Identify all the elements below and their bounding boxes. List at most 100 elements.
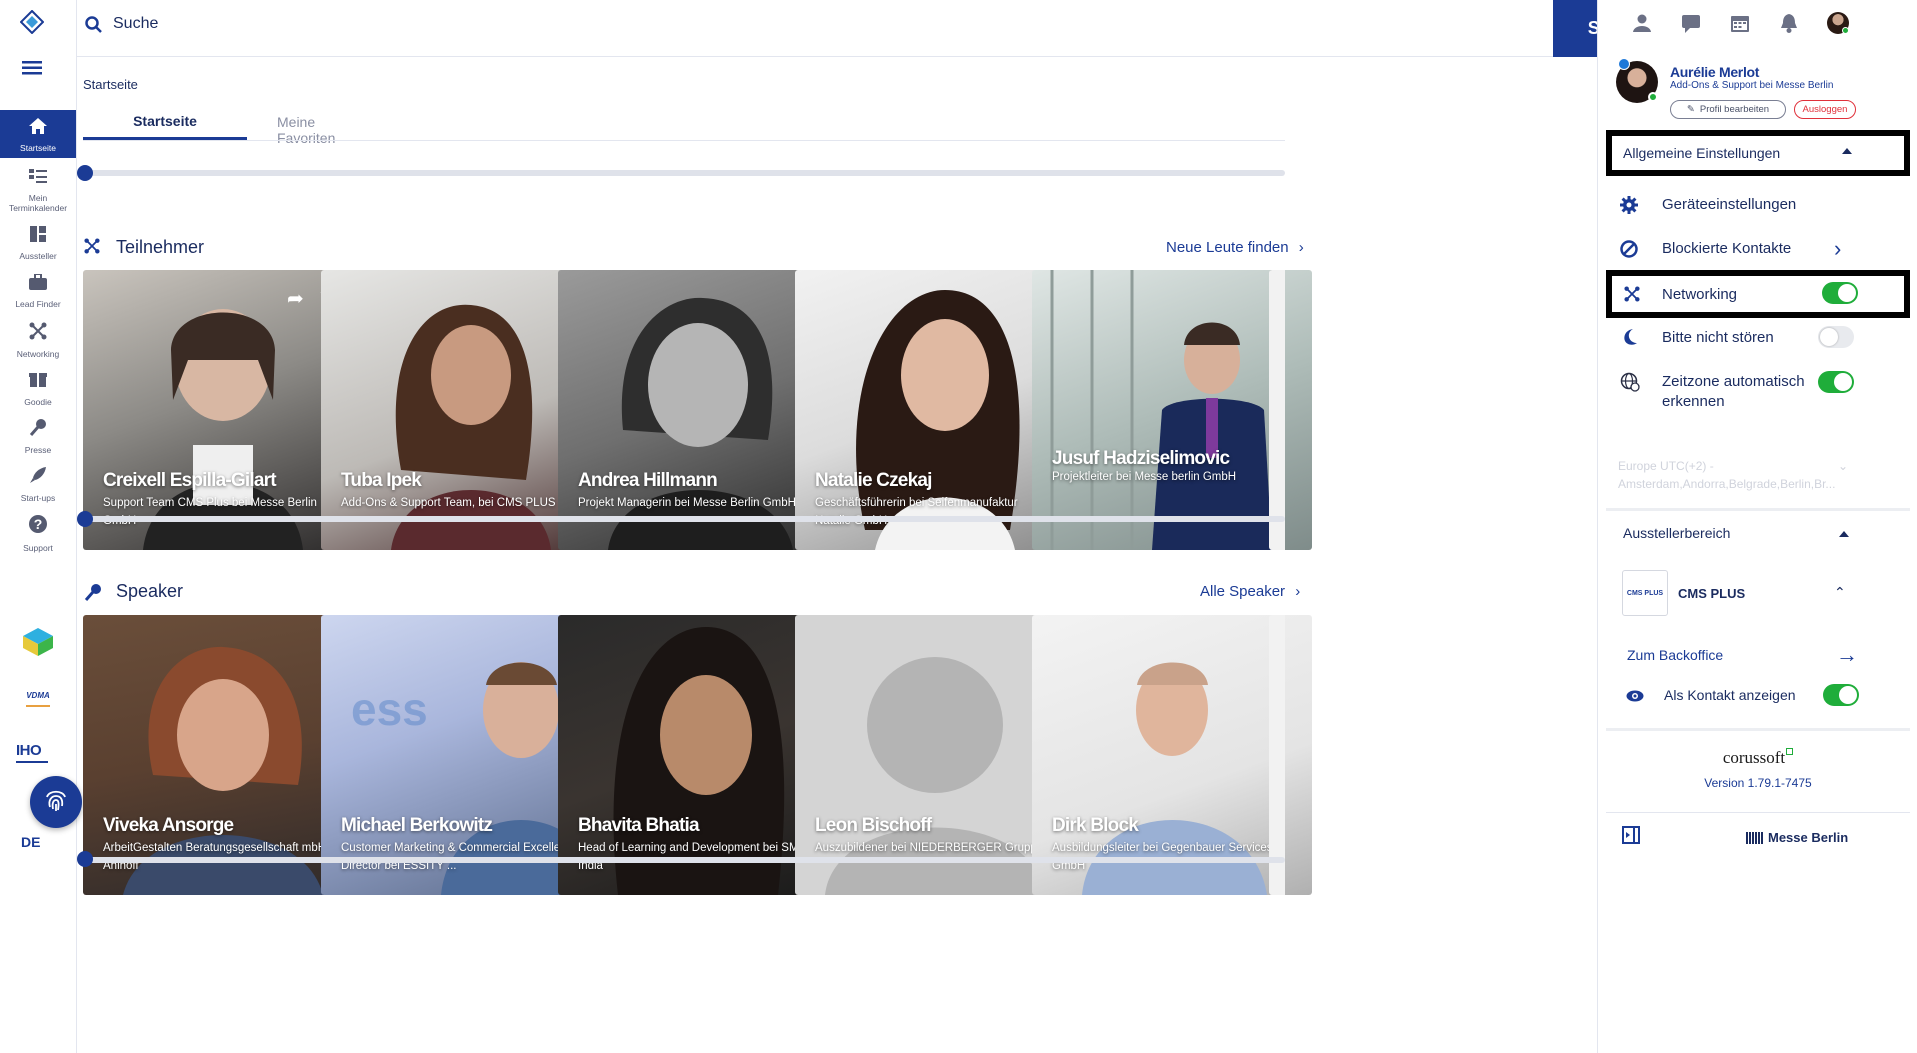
card-subtitle: Auszubildener bei NIEDERBERGER Gruppe <box>815 842 1044 854</box>
show-contact-row[interactable]: Als Kontakt anzeigen <box>1598 674 1917 724</box>
networking-row[interactable]: Networking <box>1606 270 1910 318</box>
card-name: Bhavita Bhatia <box>578 815 700 836</box>
online-status-dot <box>1842 27 1849 34</box>
carousel-scroll-thumb[interactable] <box>77 851 93 867</box>
network-icon <box>84 238 100 259</box>
tab-startseite[interactable]: Startseite <box>83 113 247 129</box>
chevron-right-icon: › <box>1298 239 1304 256</box>
rail-item-label: Goodie <box>24 397 52 407</box>
network-icon <box>29 322 47 345</box>
bell-icon[interactable] <box>1780 14 1798 38</box>
main-content: Startseite Startseite Meine Favoriten Te… <box>77 57 1597 1053</box>
timezone-auto-toggle[interactable] <box>1818 371 1854 393</box>
partner-logo-cube[interactable] <box>22 628 54 656</box>
company-row[interactable]: CMS PLUS CMS PLUS ⌃ <box>1598 568 1917 622</box>
block-icon <box>1620 240 1638 263</box>
card-peek[interactable] <box>1269 615 1285 895</box>
company-name: CMS PLUS <box>1678 586 1746 601</box>
avatar-small[interactable] <box>1827 12 1849 34</box>
section-title-teilnehmer: Teilnehmer <box>116 237 205 257</box>
logout-button[interactable]: Ausloggen <box>1794 100 1856 119</box>
network-icon <box>1624 286 1640 307</box>
chevron-right-icon: › <box>1834 236 1842 261</box>
find-people-link[interactable]: Neue Leute finden › <box>1166 239 1304 256</box>
all-speakers-link[interactable]: Alle Speaker › <box>1200 583 1300 600</box>
profile-name: Aurélie Merlot <box>1670 64 1760 80</box>
card-peek[interactable] <box>1269 270 1285 550</box>
settings-panel: Aurélie Merlot Add-Ons & Support bei Mes… <box>1597 0 1917 1053</box>
gift-icon <box>29 370 47 393</box>
collapse-panel-icon[interactable] <box>1622 826 1640 849</box>
panel-divider <box>1606 508 1910 511</box>
rail-item-support[interactable]: ? Support <box>0 506 76 564</box>
partner-logo-iho[interactable]: IHO <box>16 742 56 770</box>
rail-item-label: Support <box>23 543 53 553</box>
online-status-dot <box>1648 92 1658 102</box>
version-text: Version 1.79.1-7475 <box>1704 776 1812 790</box>
top-bar: Suche Suche <box>77 0 1674 57</box>
show-contact-toggle[interactable] <box>1823 684 1859 706</box>
fingerprint-button[interactable] <box>30 776 82 828</box>
svg-text:?: ? <box>34 516 43 532</box>
share-icon[interactable]: ➦ <box>287 286 304 311</box>
home-icon <box>29 118 47 139</box>
tab-meine-favoriten[interactable]: Meine Favoriten <box>277 114 377 146</box>
panel-divider <box>1606 812 1910 813</box>
rail-item-label: Aussteller <box>19 251 57 261</box>
chevron-down-icon: ⌄ <box>1838 459 1849 473</box>
exhibitor-area-header[interactable]: Ausstellerbereich <box>1598 512 1917 562</box>
card-subtitle: Projekt Managerin bei Messe Berlin GmbH <box>578 497 796 509</box>
card-name: Dirk Block <box>1052 815 1139 836</box>
app-logo[interactable] <box>19 9 45 35</box>
tabs-divider <box>83 140 1285 141</box>
card-name: Andrea Hillmann <box>578 470 718 491</box>
language-switch[interactable]: DE <box>21 834 40 850</box>
timezone-auto-row[interactable]: Zeitzone automatisch erkennen <box>1598 360 1917 420</box>
briefcase-icon <box>29 273 47 295</box>
card-name: Michael Berkowitz <box>341 815 493 836</box>
partner-logo-vdma[interactable]: VDMA <box>18 685 58 709</box>
carousel-scroll-speakers[interactable] <box>83 857 1285 863</box>
search-input[interactable]: Suche <box>113 15 1513 39</box>
dnd-toggle[interactable] <box>1818 326 1854 348</box>
blocked-contacts-row[interactable]: Blockierte Kontakte › <box>1598 226 1917 276</box>
carousel-scroll-participants[interactable] <box>83 516 1285 522</box>
panel-divider <box>1606 728 1910 731</box>
rail-item-startseite[interactable]: Startseite <box>0 110 76 158</box>
menu-icon[interactable] <box>22 61 42 75</box>
chevron-up-icon: ⌃ <box>1834 584 1846 600</box>
rail-item-label: Mein Terminkalender <box>8 193 68 213</box>
card-name: Jusuf Hadziselimovic <box>1052 448 1230 469</box>
rail-item-label: Presse <box>24 445 52 455</box>
card-subtitle: Support Team CMS Plus bei Messe Berlin G… <box>103 497 317 527</box>
general-settings-header[interactable]: Allgemeine Einstellungen <box>1606 130 1910 176</box>
brand-logo: corussoft <box>1598 748 1917 768</box>
rail-item-terminkalender[interactable]: Mein Terminkalender <box>0 160 76 218</box>
globe-clock-icon <box>1620 372 1640 397</box>
chat-icon[interactable] <box>1682 15 1700 38</box>
rail-item-label: Start-ups <box>20 493 56 503</box>
carousel-scroll-thumb[interactable] <box>77 511 93 527</box>
eye-icon <box>1626 689 1644 707</box>
microphone-icon <box>29 418 47 441</box>
networking-toggle[interactable] <box>1822 282 1858 304</box>
breadcrumb[interactable]: Startseite <box>83 77 138 92</box>
svg-text:ess: ess <box>351 683 428 735</box>
edit-profile-button[interactable]: ✎ Profil bearbeiten <box>1670 100 1786 119</box>
card-name: Creixell Espilla-Gilart <box>103 470 277 491</box>
carousel-scroll-thumb[interactable] <box>77 165 93 181</box>
help-icon: ? <box>28 514 48 539</box>
calendar-icon[interactable] <box>1731 14 1749 37</box>
fingerprint-icon <box>41 785 71 820</box>
rail-item-label: Lead Finder <box>15 299 61 309</box>
search-icon <box>85 16 103 39</box>
timezone-select[interactable]: Europe UTC(+2) - Amsterdam,Andorra,Belgr… <box>1618 457 1908 497</box>
moon-icon <box>1620 328 1638 351</box>
carousel-scroll-top[interactable] <box>83 170 1285 176</box>
card-subtitle: Add-Ons & Support Team, bei CMS PLUS <box>341 497 556 509</box>
person-icon[interactable] <box>1633 14 1651 37</box>
microphone-icon <box>84 583 102 606</box>
device-settings-row[interactable]: Geräteeinstellungen <box>1598 182 1917 232</box>
dnd-row[interactable]: Bitte nicht stören <box>1598 316 1917 366</box>
card-name: Viveka Ansorge <box>103 815 234 836</box>
